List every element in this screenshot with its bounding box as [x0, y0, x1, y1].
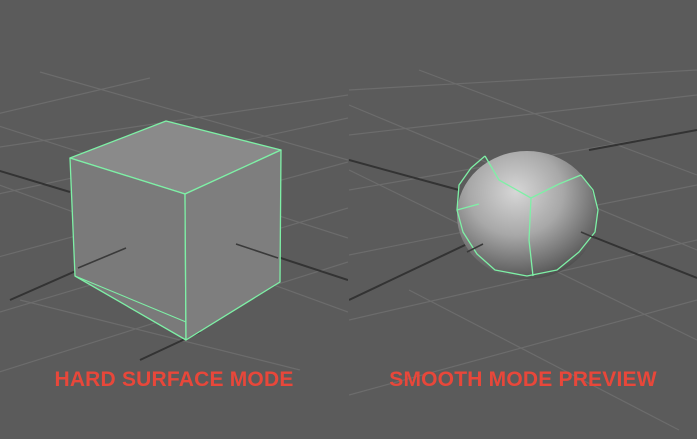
cube-wireframe-icon[interactable]: [69, 120, 282, 341]
viewport-comparison: HARD SURFACE MODE SMOOTH MODE PREVIEW: [0, 0, 697, 439]
sphere-surface: [457, 151, 597, 279]
sphere-wireframe-icon[interactable]: [456, 151, 599, 279]
smooth-mode-preview-label: SMOOTH MODE PREVIEW: [389, 368, 657, 391]
hard-surface-mode-label: HARD SURFACE MODE: [54, 368, 294, 391]
